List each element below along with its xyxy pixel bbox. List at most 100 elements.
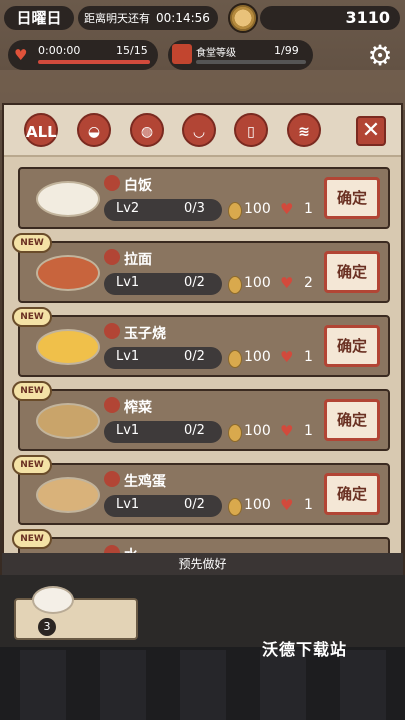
dish-love: 1 [304,201,313,217]
dish-price: 100 [244,349,271,365]
drink-glass-icon[interactable]: ▯ [234,113,268,147]
heart-bar [38,60,150,64]
restaurant-level-label: 食堂等级 [196,48,236,59]
rice-bowl-icon[interactable]: ◒ [77,113,111,147]
dish-stats: Lv1 0/2 [104,421,222,443]
menu-panel: ALL ◒ ◍ ◡ ▯ ≋ ✕ 白饭 Lv2 0/3 100 ♥ 1 确定 NE… [2,103,403,573]
heart-icon: ♥ [280,274,294,292]
heart-count: 15/15 [116,44,148,57]
floor-column [100,650,146,720]
coin-icon [228,424,242,442]
dish-count: 0/2 [184,349,205,364]
dish-category-icon [104,249,120,265]
coin-icon [228,276,242,294]
dish-image [36,255,100,291]
floor-column [260,650,306,720]
dish-name: 白饭 [124,178,152,194]
dish-price: 100 [244,423,271,439]
prepared-section-title: 预先做好 [2,553,403,575]
new-badge: NEW [12,455,52,475]
noodle-bowl-icon[interactable]: ≋ [287,113,321,147]
soup-bowl-icon[interactable]: ◡ [182,113,216,147]
close-icon[interactable]: ✕ [356,116,386,146]
confirm-button[interactable]: 确定 [324,325,380,367]
dish-category-icon [104,323,120,339]
dish-level: Lv1 [116,275,140,290]
restaurant-icon [172,44,192,64]
dish-stats: Lv1 0/2 [104,347,222,369]
restaurant-level-meter[interactable]: 食堂等级 1/99 [168,40,313,70]
dish-category-icon [104,397,120,413]
coin-icon [228,3,258,33]
dish-price: 100 [244,275,271,291]
floor-column [180,650,226,720]
day-label: 日曜日 [4,6,74,30]
dish-name: 生鸡蛋 [124,474,166,490]
dish-level: Lv1 [116,497,140,512]
heart-icon: ♥ [14,46,28,64]
top-bar: 日曜日 距离明天还有 00:14:56 3110 [0,0,405,38]
confirm-button[interactable]: 确定 [324,473,380,515]
heart-meter[interactable]: ♥ 0:00:00 15/15 [8,40,158,70]
prepared-count-badge: 3 [38,618,56,636]
category-tabs: ALL ◒ ◍ ◡ ▯ ≋ ✕ [4,105,401,157]
coin-icon [228,498,242,516]
dish-category-icon [104,175,120,191]
prepared-table[interactable] [14,586,138,640]
list-item: NEW 玉子烧 Lv1 0/2 100 ♥ 1 确定 [12,307,390,377]
dish-count: 0/3 [184,201,205,216]
confirm-button[interactable]: 确定 [324,251,380,293]
list-item: 白饭 Lv2 0/3 100 ♥ 1 确定 [18,167,390,229]
dish-name: 榨菜 [124,400,152,416]
new-badge: NEW [12,381,52,401]
dish-name: 玉子烧 [124,326,166,342]
dish-count: 0/2 [184,497,205,512]
floor-column [20,650,66,720]
list-item: NEW 生鸡蛋 Lv1 0/2 100 ♥ 1 确定 [12,455,390,525]
dish-stats: Lv2 0/3 [104,199,222,221]
heart-icon: ♥ [280,200,294,218]
dish-category-icon [104,471,120,487]
heart-timer: 0:00:00 [38,44,81,57]
dish-count: 0/2 [184,275,205,290]
coin-icon [228,350,242,368]
floor-column [340,650,386,720]
coin-icon [228,202,242,220]
list-item: NEW 拉面 Lv1 0/2 100 ♥ 2 确定 [12,233,390,303]
gear-icon[interactable]: ⚙ [364,40,396,72]
heart-icon: ♥ [280,422,294,440]
dish-love: 1 [304,349,313,365]
new-badge: NEW [12,307,52,327]
dish-price: 100 [244,497,271,513]
dish-love: 2 [304,275,313,291]
confirm-button[interactable]: 确定 [324,399,380,441]
dish-image [36,329,100,365]
restaurant-level-value: 1/99 [274,44,299,57]
countdown: 距离明天还有 00:14:56 [78,6,218,30]
dish-level: Lv1 [116,423,140,438]
dish-image [36,181,100,217]
dish-stats: Lv1 0/2 [104,273,222,295]
new-badge: NEW [12,529,52,549]
dish-price: 100 [244,201,271,217]
coin-balance: 3110 [260,6,400,30]
heart-icon: ♥ [280,348,294,366]
dish-level: Lv2 [116,201,140,216]
heart-icon: ♥ [280,496,294,514]
dish-count: 0/2 [184,423,205,438]
dish-image [36,477,100,513]
list-item: NEW 榨菜 Lv1 0/2 100 ♥ 1 确定 [12,381,390,451]
dish-love: 1 [304,497,313,513]
confirm-button[interactable]: 确定 [324,177,380,219]
tab-all[interactable]: ALL [24,113,58,147]
new-badge: NEW [12,233,52,253]
dish-stats: Lv1 0/2 [104,495,222,517]
plate-icon[interactable]: ◍ [130,113,164,147]
countdown-label: 距离明天还有 [84,12,150,25]
dish-level: Lv1 [116,349,140,364]
countdown-time: 00:14:56 [156,11,210,25]
dish-list[interactable]: 白饭 Lv2 0/3 100 ♥ 1 确定 NEW 拉面 Lv1 0/2 100… [4,157,401,571]
watermark: 沃德下载站 [262,640,348,659]
dish-name: 拉面 [124,252,152,268]
rice-bowl-icon [32,586,74,614]
